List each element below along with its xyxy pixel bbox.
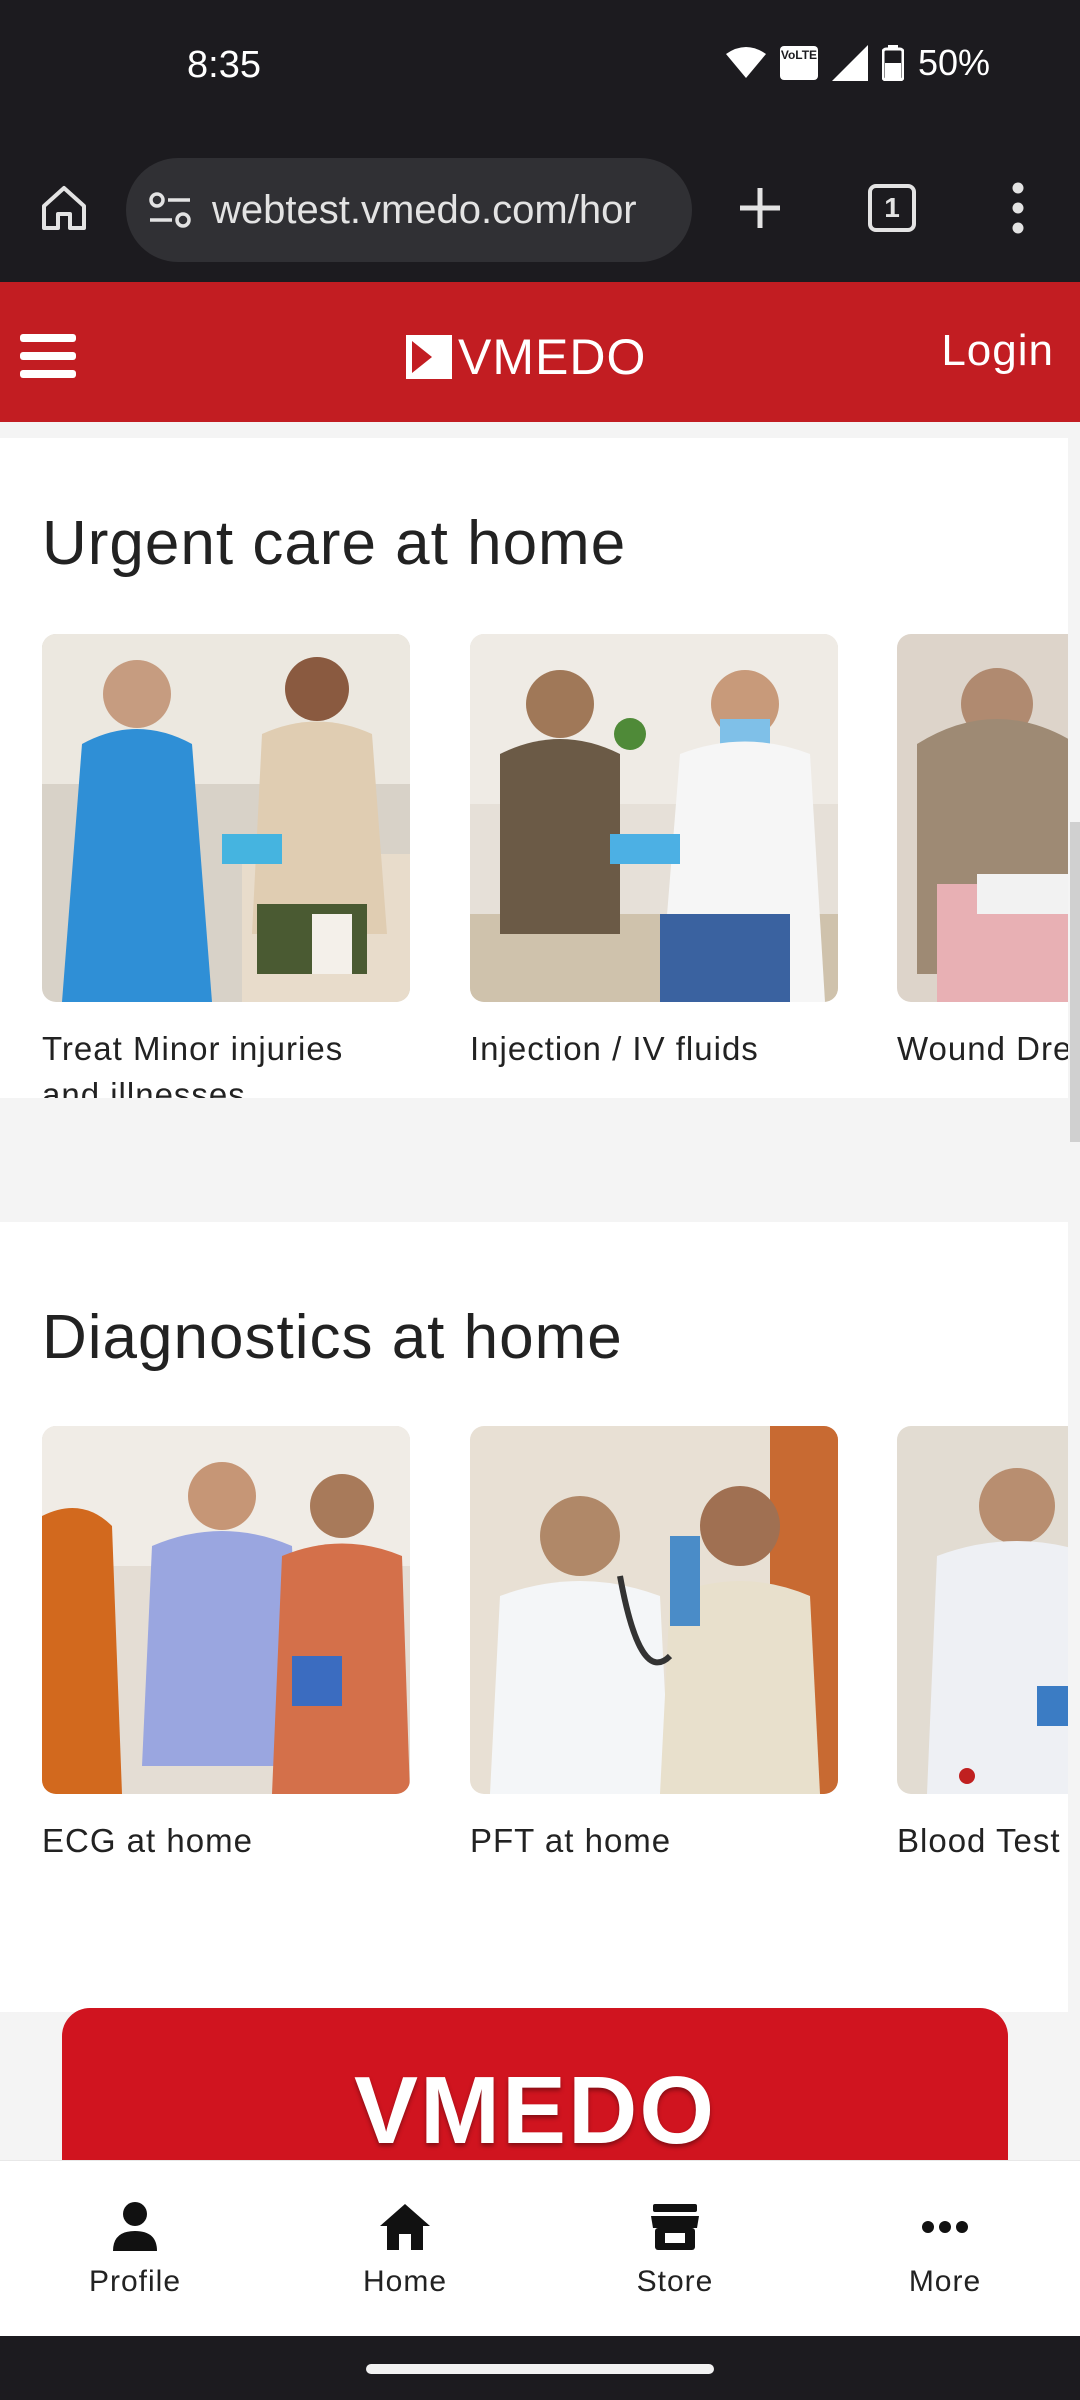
service-card[interactable]: PFT at home xyxy=(470,1426,838,1864)
more-dots-icon xyxy=(917,2199,973,2255)
nav-label: More xyxy=(908,2265,982,2298)
hamburger-menu-icon[interactable] xyxy=(20,334,76,378)
card-image xyxy=(470,1426,838,1794)
site-settings-icon[interactable] xyxy=(148,190,192,230)
nav-label: Home xyxy=(362,2265,448,2298)
card-image xyxy=(897,634,1068,1002)
card-image xyxy=(42,1426,410,1794)
home-button[interactable] xyxy=(24,168,104,248)
new-tab-button[interactable] xyxy=(720,168,800,248)
url-text: webtest.vmedo.com/hor xyxy=(212,187,637,232)
status-bar: 8:35 VoLTE 50% xyxy=(0,0,1080,140)
tab-count: 1 xyxy=(868,184,916,232)
urgent-care-section: Urgent care at home Treat Minor injuries… xyxy=(0,438,1068,1098)
signal-icon xyxy=(831,45,868,81)
browser-toolbar: webtest.vmedo.com/hor 1 xyxy=(0,140,1080,282)
service-card[interactable]: Wound Dre xyxy=(897,634,1068,1072)
card-label: ECG at home xyxy=(42,1822,253,1859)
service-card[interactable]: ECG at home xyxy=(42,1426,410,1864)
card-label: PFT at home xyxy=(470,1822,672,1859)
logo-mark-icon xyxy=(406,335,452,379)
card-image xyxy=(470,634,838,1002)
vmedo-logo[interactable]: VMEDO xyxy=(406,328,646,386)
service-card[interactable]: Treat Minor injuries and illnesses xyxy=(42,634,410,1098)
card-label: Treat Minor injuries and illnesses xyxy=(42,1030,344,1098)
battery-percent: 50% xyxy=(917,42,990,83)
section-title: Diagnostics at home xyxy=(42,1303,623,1372)
tab-switcher-button[interactable]: 1 xyxy=(852,168,932,248)
banner-text: VMEDO xyxy=(353,2057,717,2160)
status-time: 8:35 xyxy=(187,44,261,86)
logo-text: VMEDO xyxy=(458,329,647,385)
nav-label: Store xyxy=(636,2265,714,2298)
card-image xyxy=(897,1426,1068,1794)
browser-menu-button[interactable] xyxy=(978,168,1058,248)
nav-more[interactable]: More xyxy=(810,2161,1080,2337)
nav-profile[interactable]: Profile xyxy=(0,2161,270,2337)
address-bar[interactable]: webtest.vmedo.com/hor xyxy=(126,158,692,262)
card-label: Injection / IV fluids xyxy=(470,1030,759,1067)
vertical-dots-icon xyxy=(1012,182,1024,234)
wifi-icon xyxy=(725,47,766,78)
home-icon xyxy=(377,2199,433,2255)
nav-store[interactable]: Store xyxy=(540,2161,810,2337)
home-outline-icon xyxy=(42,186,86,230)
section-title: Urgent care at home xyxy=(42,509,627,578)
service-card[interactable]: Blood Test xyxy=(897,1426,1068,1864)
scrollbar-thumb[interactable] xyxy=(1070,822,1080,1142)
plus-icon xyxy=(740,188,780,228)
volte-icon: VoLTE xyxy=(779,46,818,80)
nav-label: Profile xyxy=(88,2265,182,2298)
card-image xyxy=(42,634,410,1002)
card-label: Blood Test xyxy=(897,1822,1061,1859)
vmedo-banner[interactable]: VMEDO xyxy=(62,2008,1008,2160)
service-card[interactable]: Injection / IV fluids xyxy=(470,634,838,1072)
person-icon xyxy=(107,2199,163,2255)
web-page: VMEDO Login Urgent care at home Treat Mi… xyxy=(0,282,1080,2160)
diagnostics-section: Diagnostics at home ECG at home PFT at h… xyxy=(0,1222,1068,2012)
bottom-navigation: Profile Home Store More xyxy=(0,2160,1080,2337)
volte-label: VoLTE xyxy=(780,48,818,62)
system-gesture-bar xyxy=(0,2336,1080,2400)
gesture-handle[interactable] xyxy=(366,2364,714,2374)
status-icons: VoLTE 50% xyxy=(725,42,990,84)
login-link[interactable]: Login xyxy=(941,326,1054,376)
nav-home[interactable]: Home xyxy=(270,2161,540,2337)
battery-icon xyxy=(881,45,904,81)
store-icon xyxy=(647,2199,703,2255)
card-label: Wound Dre xyxy=(897,1030,1068,1067)
site-header: VMEDO Login xyxy=(0,282,1080,422)
